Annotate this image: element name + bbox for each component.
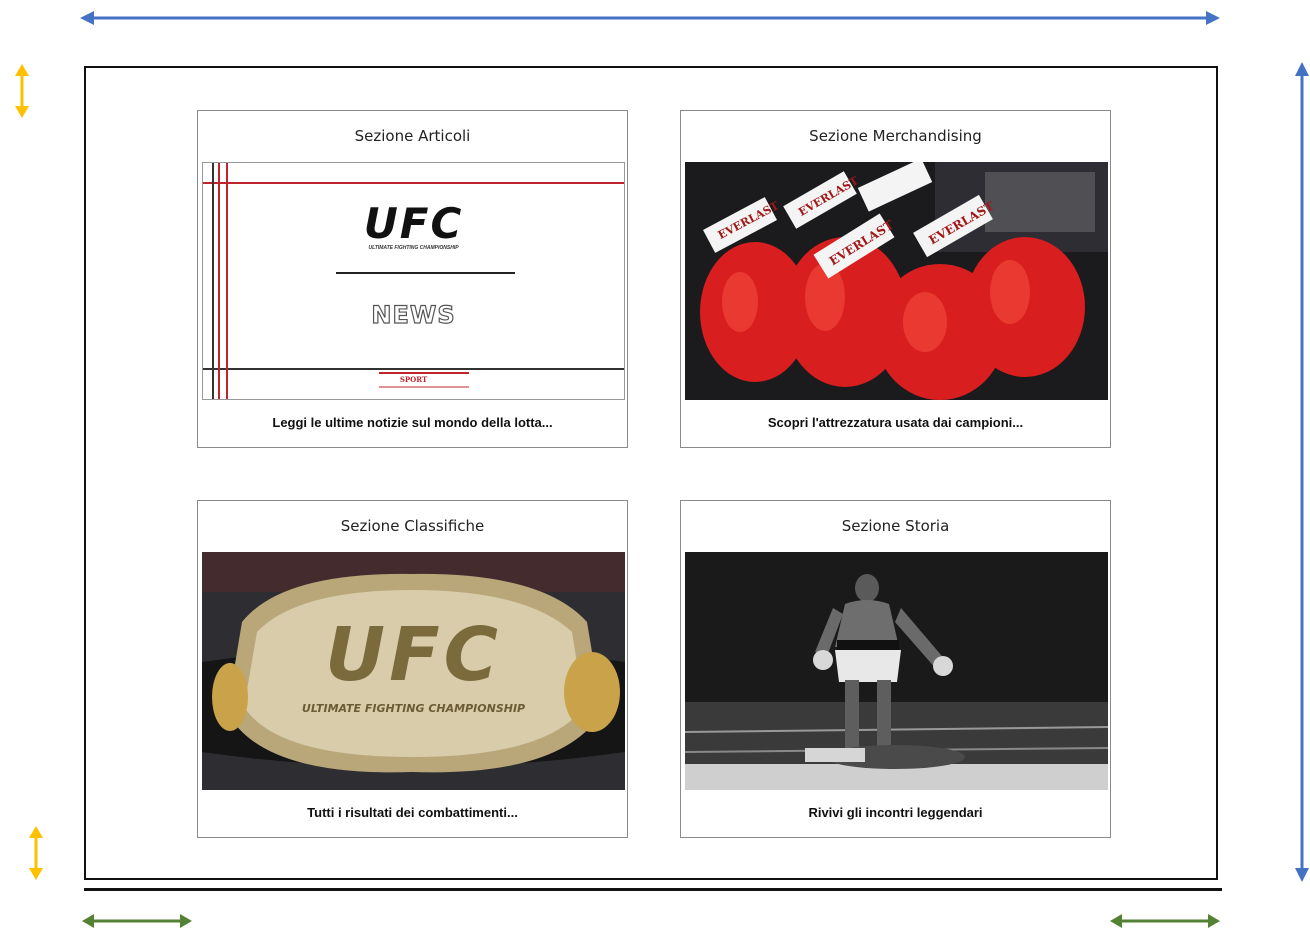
- width-arrow: [80, 11, 1220, 25]
- card-caption: Scopri l'attrezzatura usata dai campioni…: [767, 415, 1024, 430]
- footer-divider: [84, 888, 1222, 891]
- card-caption: Rivivi gli incontri leggendari: [808, 805, 983, 820]
- card-classifiche[interactable]: Sezione Classifiche UFC ULTIMATE FIGHTIN…: [197, 500, 628, 838]
- sport-tag: SPORT: [399, 375, 428, 384]
- card-title: Sezione Merchandising: [809, 127, 982, 145]
- card-title: Sezione Classifiche: [340, 517, 485, 535]
- card-caption: Tutti i risultati dei combattimenti...: [307, 805, 518, 820]
- boxing-history-image[interactable]: [685, 552, 1108, 790]
- news-heading: NEWS: [371, 300, 456, 329]
- card-merchandising[interactable]: Sezione Merchandising EVERLAST EVERLAST …: [680, 110, 1111, 448]
- card-caption: Leggi le ultime notizie sul mondo della …: [272, 415, 553, 430]
- boxing-gloves-image[interactable]: EVERLAST EVERLAST EVERLAST EVERLAST: [685, 162, 1108, 400]
- ufc-logo-subtitle: ULTIMATE FIGHTING CHAMPIONSHIP: [368, 245, 459, 251]
- card-title: Sezione Articoli: [354, 127, 471, 145]
- height-arrow: [1295, 62, 1309, 882]
- right-margin-arrow: [1110, 914, 1220, 928]
- card-articoli[interactable]: Sezione Articoli UFC ULTIMATE FIGHTING C…: [197, 110, 628, 448]
- news-image[interactable]: UFC ULTIMATE FIGHTING CHAMPIONSHIP NEWS …: [202, 162, 625, 400]
- top-margin-arrow: [15, 64, 29, 118]
- bottom-margin-arrow: [29, 826, 43, 880]
- belt-logo: UFC: [325, 612, 502, 698]
- belt-logo-subtitle: ULTIMATE FIGHTING CHAMPIONSHIP: [301, 702, 526, 715]
- card-title: Sezione Storia: [841, 517, 950, 535]
- left-margin-arrow: [82, 914, 192, 928]
- card-storia[interactable]: Sezione Storia Rivivi gli incontri legge…: [680, 500, 1111, 838]
- ufc-logo: UFC: [363, 199, 464, 248]
- championship-belt-image[interactable]: UFC ULTIMATE FIGHTING CHAMPIONSHIP: [202, 552, 625, 790]
